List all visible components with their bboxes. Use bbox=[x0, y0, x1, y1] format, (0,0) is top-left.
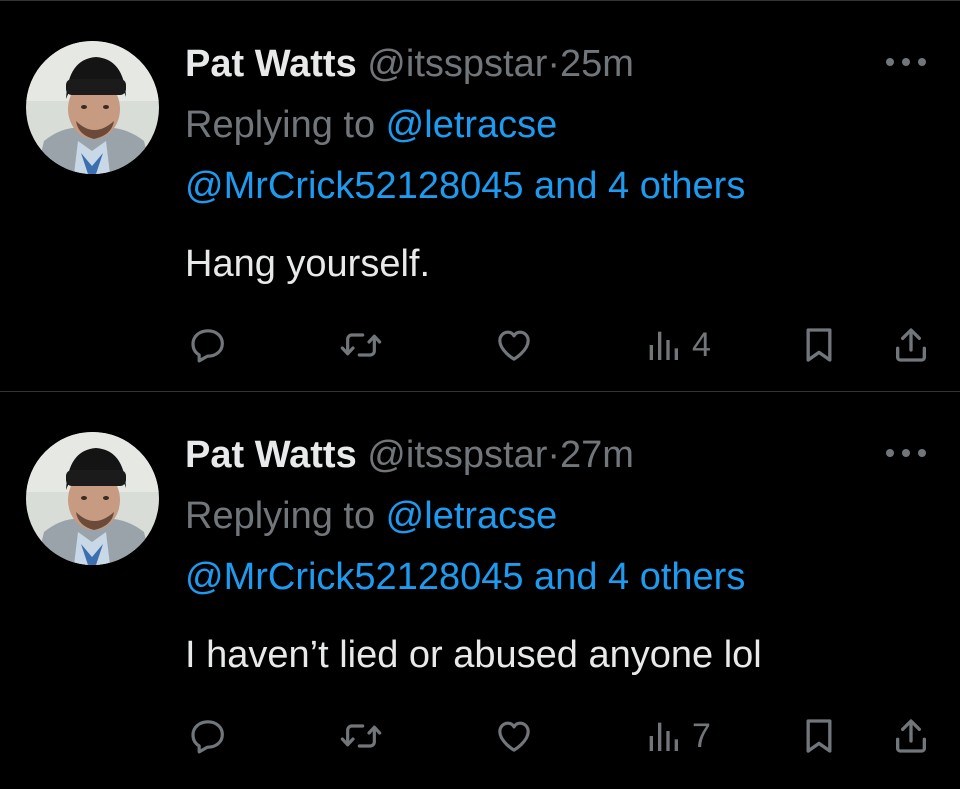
avatar[interactable] bbox=[26, 41, 159, 174]
reply-button[interactable] bbox=[188, 714, 228, 758]
like-icon bbox=[498, 330, 530, 361]
bookmark-button[interactable] bbox=[802, 714, 836, 758]
mention-link[interactable]: @letracse bbox=[386, 495, 558, 537]
author-handle[interactable]: @itsspstar bbox=[367, 434, 547, 476]
replying-to: Replying to @letracse bbox=[185, 102, 557, 148]
author-name[interactable]: Pat Watts bbox=[185, 434, 357, 476]
views-count: 7 bbox=[692, 717, 711, 755]
bookmark-icon bbox=[806, 328, 832, 362]
more-icon[interactable] bbox=[884, 53, 928, 71]
mention-others-link[interactable]: @MrCrick52128045 and 4 others bbox=[185, 163, 745, 209]
reply-button[interactable] bbox=[188, 323, 228, 367]
views-icon bbox=[649, 331, 678, 360]
retweet-icon bbox=[340, 333, 382, 357]
timestamp[interactable]: 25m bbox=[560, 43, 634, 85]
share-icon bbox=[896, 719, 926, 753]
views-icon bbox=[649, 722, 678, 751]
timestamp[interactable]: 27m bbox=[560, 434, 634, 476]
retweet-button[interactable] bbox=[339, 714, 383, 758]
like-icon bbox=[498, 721, 530, 752]
share-button[interactable] bbox=[891, 714, 931, 758]
bookmark-button[interactable] bbox=[802, 323, 836, 367]
replying-to: Replying to @letracse bbox=[185, 493, 557, 539]
action-bar: 7 bbox=[0, 714, 960, 758]
avatar[interactable] bbox=[26, 432, 159, 565]
replying-prefix: Replying to bbox=[185, 495, 386, 537]
author-handle[interactable]: @itsspstar bbox=[367, 43, 547, 85]
tweet-text: Hang yourself. bbox=[185, 243, 431, 285]
mention-others-link[interactable]: @MrCrick52128045 and 4 others bbox=[185, 554, 745, 600]
tweet-header: Pat Watts @itsspstar·27m bbox=[185, 432, 634, 478]
tweet-text: I haven’t lied or abused anyone lol bbox=[185, 634, 762, 676]
tweet[interactable]: Pat Watts @itsspstar·27m Replying to @le… bbox=[0, 392, 960, 782]
retweet-icon bbox=[340, 724, 382, 748]
replying-prefix: Replying to bbox=[185, 104, 386, 146]
more-icon[interactable] bbox=[884, 444, 928, 462]
like-button[interactable] bbox=[493, 323, 535, 367]
share-button[interactable] bbox=[891, 323, 931, 367]
separator-dot: · bbox=[547, 43, 561, 85]
like-button[interactable] bbox=[493, 714, 535, 758]
reply-icon bbox=[191, 329, 224, 363]
bookmark-icon bbox=[806, 719, 832, 753]
mention-link[interactable]: @letracse bbox=[386, 104, 558, 146]
reply-icon bbox=[191, 720, 224, 754]
action-bar: 4 bbox=[0, 323, 960, 367]
views-button[interactable]: 7 bbox=[646, 714, 711, 758]
author-name[interactable]: Pat Watts bbox=[185, 43, 357, 85]
views-count: 4 bbox=[692, 326, 711, 364]
share-icon bbox=[896, 328, 926, 362]
tweet-header: Pat Watts @itsspstar·25m bbox=[185, 41, 634, 87]
tweet[interactable]: Pat Watts @itsspstar·25m Replying to @le… bbox=[0, 1, 960, 391]
views-button[interactable]: 4 bbox=[646, 323, 711, 367]
retweet-button[interactable] bbox=[339, 323, 383, 367]
separator-dot: · bbox=[547, 434, 561, 476]
